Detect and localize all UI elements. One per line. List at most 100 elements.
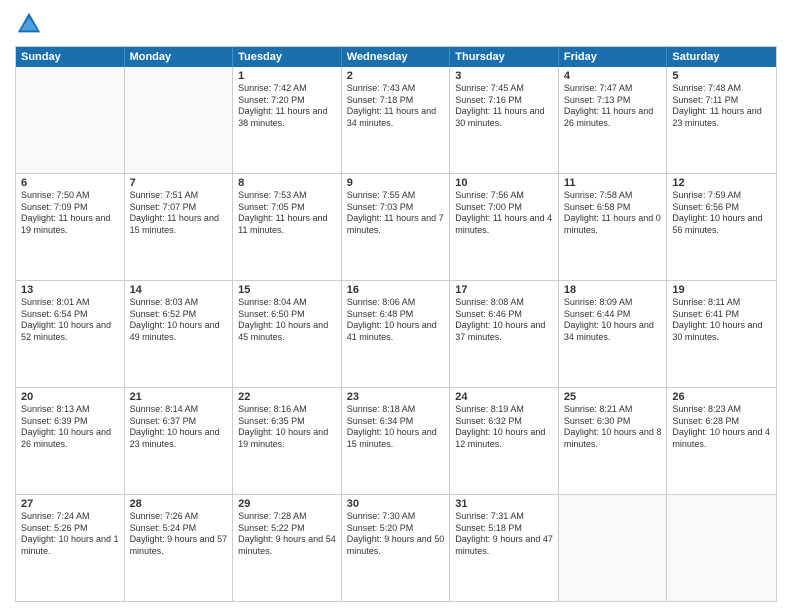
logo-icon xyxy=(15,10,43,38)
cell-content: Sunrise: 7:48 AM Sunset: 7:11 PM Dayligh… xyxy=(672,83,771,130)
day-cell-31: 31Sunrise: 7:31 AM Sunset: 5:18 PM Dayli… xyxy=(450,495,559,601)
day-number: 1 xyxy=(238,70,336,82)
day-number: 31 xyxy=(455,498,553,510)
empty-cell xyxy=(667,495,776,601)
day-cell-19: 19Sunrise: 8:11 AM Sunset: 6:41 PM Dayli… xyxy=(667,281,776,387)
day-number: 8 xyxy=(238,177,336,189)
day-number: 22 xyxy=(238,391,336,403)
day-number: 5 xyxy=(672,70,771,82)
cell-content: Sunrise: 7:58 AM Sunset: 6:58 PM Dayligh… xyxy=(564,190,662,237)
day-number: 29 xyxy=(238,498,336,510)
day-cell-24: 24Sunrise: 8:19 AM Sunset: 6:32 PM Dayli… xyxy=(450,388,559,494)
week-row-2: 13Sunrise: 8:01 AM Sunset: 6:54 PM Dayli… xyxy=(16,280,776,387)
day-cell-3: 3Sunrise: 7:45 AM Sunset: 7:16 PM Daylig… xyxy=(450,67,559,173)
header xyxy=(15,10,777,38)
day-number: 27 xyxy=(21,498,119,510)
day-cell-25: 25Sunrise: 8:21 AM Sunset: 6:30 PM Dayli… xyxy=(559,388,668,494)
header-day-wednesday: Wednesday xyxy=(342,47,451,67)
cell-content: Sunrise: 8:13 AM Sunset: 6:39 PM Dayligh… xyxy=(21,404,119,451)
day-number: 17 xyxy=(455,284,553,296)
week-row-0: 1Sunrise: 7:42 AM Sunset: 7:20 PM Daylig… xyxy=(16,67,776,173)
day-cell-2: 2Sunrise: 7:43 AM Sunset: 7:18 PM Daylig… xyxy=(342,67,451,173)
day-number: 6 xyxy=(21,177,119,189)
cell-content: Sunrise: 8:03 AM Sunset: 6:52 PM Dayligh… xyxy=(130,297,228,344)
cell-content: Sunrise: 8:21 AM Sunset: 6:30 PM Dayligh… xyxy=(564,404,662,451)
cell-content: Sunrise: 7:26 AM Sunset: 5:24 PM Dayligh… xyxy=(130,511,228,558)
day-cell-12: 12Sunrise: 7:59 AM Sunset: 6:56 PM Dayli… xyxy=(667,174,776,280)
day-cell-15: 15Sunrise: 8:04 AM Sunset: 6:50 PM Dayli… xyxy=(233,281,342,387)
cell-content: Sunrise: 7:50 AM Sunset: 7:09 PM Dayligh… xyxy=(21,190,119,237)
cell-content: Sunrise: 7:28 AM Sunset: 5:22 PM Dayligh… xyxy=(238,511,336,558)
page: SundayMondayTuesdayWednesdayThursdayFrid… xyxy=(0,0,792,612)
day-cell-10: 10Sunrise: 7:56 AM Sunset: 7:00 PM Dayli… xyxy=(450,174,559,280)
day-cell-5: 5Sunrise: 7:48 AM Sunset: 7:11 PM Daylig… xyxy=(667,67,776,173)
cell-content: Sunrise: 8:08 AM Sunset: 6:46 PM Dayligh… xyxy=(455,297,553,344)
cell-content: Sunrise: 7:51 AM Sunset: 7:07 PM Dayligh… xyxy=(130,190,228,237)
cell-content: Sunrise: 7:53 AM Sunset: 7:05 PM Dayligh… xyxy=(238,190,336,237)
cell-content: Sunrise: 8:04 AM Sunset: 6:50 PM Dayligh… xyxy=(238,297,336,344)
day-number: 21 xyxy=(130,391,228,403)
day-cell-4: 4Sunrise: 7:47 AM Sunset: 7:13 PM Daylig… xyxy=(559,67,668,173)
day-number: 10 xyxy=(455,177,553,189)
day-cell-9: 9Sunrise: 7:55 AM Sunset: 7:03 PM Daylig… xyxy=(342,174,451,280)
day-cell-22: 22Sunrise: 8:16 AM Sunset: 6:35 PM Dayli… xyxy=(233,388,342,494)
day-number: 7 xyxy=(130,177,228,189)
day-number: 23 xyxy=(347,391,445,403)
empty-cell xyxy=(559,495,668,601)
day-number: 3 xyxy=(455,70,553,82)
header-day-sunday: Sunday xyxy=(16,47,125,67)
day-cell-8: 8Sunrise: 7:53 AM Sunset: 7:05 PM Daylig… xyxy=(233,174,342,280)
day-number: 13 xyxy=(21,284,119,296)
cell-content: Sunrise: 7:43 AM Sunset: 7:18 PM Dayligh… xyxy=(347,83,445,130)
header-day-thursday: Thursday xyxy=(450,47,559,67)
cell-content: Sunrise: 8:19 AM Sunset: 6:32 PM Dayligh… xyxy=(455,404,553,451)
week-row-1: 6Sunrise: 7:50 AM Sunset: 7:09 PM Daylig… xyxy=(16,173,776,280)
week-row-4: 27Sunrise: 7:24 AM Sunset: 5:26 PM Dayli… xyxy=(16,494,776,601)
day-cell-29: 29Sunrise: 7:28 AM Sunset: 5:22 PM Dayli… xyxy=(233,495,342,601)
cell-content: Sunrise: 8:14 AM Sunset: 6:37 PM Dayligh… xyxy=(130,404,228,451)
day-number: 20 xyxy=(21,391,119,403)
header-day-friday: Friday xyxy=(559,47,668,67)
header-day-monday: Monday xyxy=(125,47,234,67)
cell-content: Sunrise: 8:23 AM Sunset: 6:28 PM Dayligh… xyxy=(672,404,771,451)
header-day-saturday: Saturday xyxy=(667,47,776,67)
day-cell-11: 11Sunrise: 7:58 AM Sunset: 6:58 PM Dayli… xyxy=(559,174,668,280)
day-number: 2 xyxy=(347,70,445,82)
empty-cell xyxy=(16,67,125,173)
day-cell-30: 30Sunrise: 7:30 AM Sunset: 5:20 PM Dayli… xyxy=(342,495,451,601)
cell-content: Sunrise: 7:42 AM Sunset: 7:20 PM Dayligh… xyxy=(238,83,336,130)
cell-content: Sunrise: 7:56 AM Sunset: 7:00 PM Dayligh… xyxy=(455,190,553,237)
day-number: 28 xyxy=(130,498,228,510)
day-cell-1: 1Sunrise: 7:42 AM Sunset: 7:20 PM Daylig… xyxy=(233,67,342,173)
day-cell-23: 23Sunrise: 8:18 AM Sunset: 6:34 PM Dayli… xyxy=(342,388,451,494)
day-cell-26: 26Sunrise: 8:23 AM Sunset: 6:28 PM Dayli… xyxy=(667,388,776,494)
day-number: 15 xyxy=(238,284,336,296)
day-cell-13: 13Sunrise: 8:01 AM Sunset: 6:54 PM Dayli… xyxy=(16,281,125,387)
cell-content: Sunrise: 7:30 AM Sunset: 5:20 PM Dayligh… xyxy=(347,511,445,558)
day-cell-6: 6Sunrise: 7:50 AM Sunset: 7:09 PM Daylig… xyxy=(16,174,125,280)
calendar-body: 1Sunrise: 7:42 AM Sunset: 7:20 PM Daylig… xyxy=(16,67,776,601)
day-number: 25 xyxy=(564,391,662,403)
day-number: 26 xyxy=(672,391,771,403)
cell-content: Sunrise: 8:11 AM Sunset: 6:41 PM Dayligh… xyxy=(672,297,771,344)
day-cell-16: 16Sunrise: 8:06 AM Sunset: 6:48 PM Dayli… xyxy=(342,281,451,387)
logo xyxy=(15,10,47,38)
day-number: 12 xyxy=(672,177,771,189)
day-number: 11 xyxy=(564,177,662,189)
day-number: 19 xyxy=(672,284,771,296)
day-cell-20: 20Sunrise: 8:13 AM Sunset: 6:39 PM Dayli… xyxy=(16,388,125,494)
cell-content: Sunrise: 8:18 AM Sunset: 6:34 PM Dayligh… xyxy=(347,404,445,451)
cell-content: Sunrise: 7:31 AM Sunset: 5:18 PM Dayligh… xyxy=(455,511,553,558)
header-day-tuesday: Tuesday xyxy=(233,47,342,67)
cell-content: Sunrise: 8:01 AM Sunset: 6:54 PM Dayligh… xyxy=(21,297,119,344)
cell-content: Sunrise: 7:47 AM Sunset: 7:13 PM Dayligh… xyxy=(564,83,662,130)
calendar-header: SundayMondayTuesdayWednesdayThursdayFrid… xyxy=(16,47,776,67)
cell-content: Sunrise: 7:24 AM Sunset: 5:26 PM Dayligh… xyxy=(21,511,119,558)
day-cell-7: 7Sunrise: 7:51 AM Sunset: 7:07 PM Daylig… xyxy=(125,174,234,280)
day-cell-27: 27Sunrise: 7:24 AM Sunset: 5:26 PM Dayli… xyxy=(16,495,125,601)
cell-content: Sunrise: 7:59 AM Sunset: 6:56 PM Dayligh… xyxy=(672,190,771,237)
day-cell-14: 14Sunrise: 8:03 AM Sunset: 6:52 PM Dayli… xyxy=(125,281,234,387)
cell-content: Sunrise: 7:45 AM Sunset: 7:16 PM Dayligh… xyxy=(455,83,553,130)
day-cell-28: 28Sunrise: 7:26 AM Sunset: 5:24 PM Dayli… xyxy=(125,495,234,601)
cell-content: Sunrise: 8:06 AM Sunset: 6:48 PM Dayligh… xyxy=(347,297,445,344)
